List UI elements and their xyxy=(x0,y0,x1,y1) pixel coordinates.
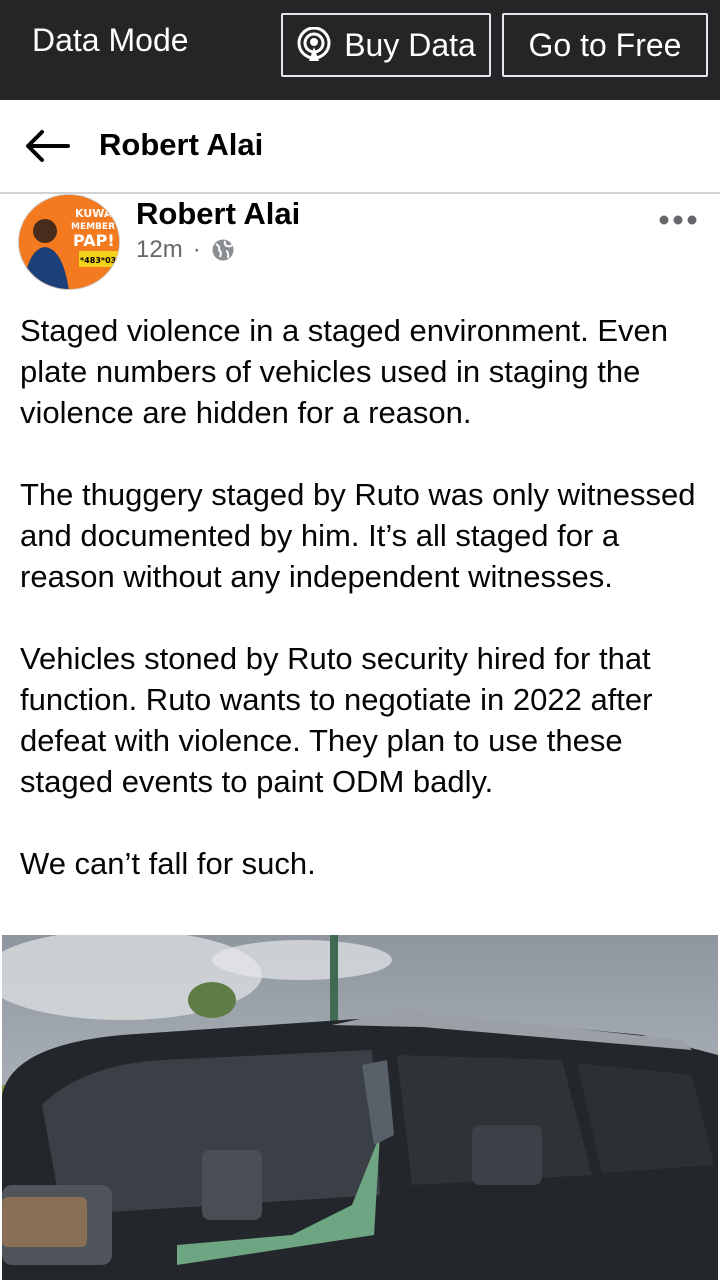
post-author[interactable]: Robert Alai xyxy=(136,196,300,232)
buy-data-button[interactable]: Buy Data xyxy=(281,13,491,77)
go-to-free-button[interactable]: Go to Free xyxy=(502,13,708,77)
post-body: Staged violence in a staged environment.… xyxy=(20,310,710,925)
back-arrow-icon[interactable] xyxy=(24,128,70,164)
meta-separator: · xyxy=(192,236,201,263)
avatar-image: KUWA MEMBER PAP! *483*036# xyxy=(19,195,120,289)
broadcast-icon xyxy=(297,27,331,61)
post-paragraph: Staged violence in a staged environment.… xyxy=(20,313,668,430)
post-paragraph: Vehicles stoned by Ruto security hired f… xyxy=(20,641,653,799)
post-time[interactable]: 12m xyxy=(136,236,183,264)
data-mode-title: Data Mode xyxy=(32,22,189,58)
post-photo[interactable] xyxy=(2,935,718,1280)
page-title: Robert Alai xyxy=(99,127,264,162)
buy-data-label: Buy Data xyxy=(344,26,476,63)
page-header: Robert Alai xyxy=(0,100,720,194)
avatar[interactable]: KUWA MEMBER PAP! *483*036# xyxy=(18,194,120,290)
avatar-text-line4: *483*036# xyxy=(80,256,120,265)
avatar-text-line3: PAP! xyxy=(73,231,115,250)
vehicle-photo xyxy=(2,935,718,1280)
more-options-icon[interactable] xyxy=(658,210,698,230)
globe-icon xyxy=(212,239,234,261)
post-paragraph: The thuggery staged by Ruto was only wit… xyxy=(20,477,696,594)
post-paragraph: We can’t fall for such. xyxy=(20,846,316,881)
data-mode-bar: Data Mode Buy Data Go to Free xyxy=(0,0,720,100)
avatar-text-line1: KUWA xyxy=(75,207,113,220)
go-to-free-label: Go to Free xyxy=(528,26,682,63)
post-meta: 12m · xyxy=(136,236,235,264)
